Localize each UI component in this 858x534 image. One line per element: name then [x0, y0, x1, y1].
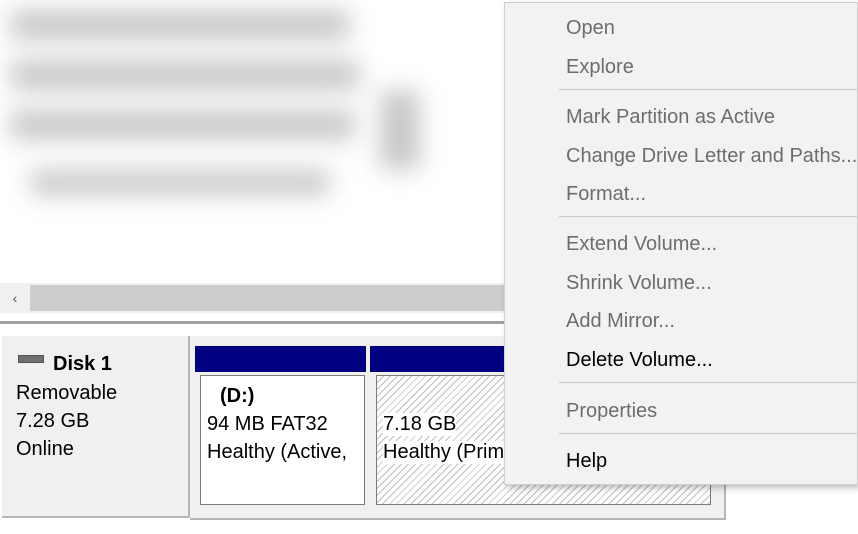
menu-item-extend-volume[interactable]: Extend Volume...	[566, 233, 717, 256]
disk-status: Online	[16, 438, 74, 460]
menu-item-add-mirror[interactable]: Add Mirror...	[566, 310, 675, 333]
menu-item-delete-volume[interactable]: Delete Volume...	[566, 349, 713, 372]
menu-separator	[559, 89, 857, 90]
volume-list-blurred	[0, 0, 505, 283]
menu-item-explore[interactable]: Explore	[566, 56, 634, 79]
scrollbar-thumb[interactable]	[30, 285, 510, 311]
partition-2-status: Healthy (Prim	[383, 441, 505, 464]
menu-item-help[interactable]: Help	[566, 450, 607, 473]
partition-2-size: 7.18 GB	[383, 413, 457, 436]
partition-d-header	[195, 346, 366, 372]
partition-d-label: (D:)	[220, 385, 255, 408]
menu-item-change-drive-letter[interactable]: Change Drive Letter and Paths...	[566, 145, 857, 168]
partition-d-size: 94 MB FAT32	[207, 413, 328, 436]
disk-size: 7.28 GB	[16, 410, 90, 432]
menu-separator	[559, 433, 857, 434]
context-menu: Open Explore Mark Partition as Active Ch…	[504, 2, 858, 485]
menu-item-shrink-volume[interactable]: Shrink Volume...	[566, 272, 712, 295]
partition-2-header	[370, 346, 506, 372]
disk-type: Removable	[16, 382, 118, 404]
partition-d-status: Healthy (Active,	[207, 441, 348, 464]
menu-item-open[interactable]: Open	[566, 17, 615, 40]
menu-item-format[interactable]: Format...	[566, 183, 646, 206]
menu-separator	[559, 216, 857, 217]
scroll-left-icon[interactable]: ‹	[0, 283, 30, 313]
disk-title: Disk 1	[53, 353, 112, 375]
disk-icon	[18, 355, 44, 363]
menu-item-mark-active[interactable]: Mark Partition as Active	[566, 106, 775, 129]
menu-separator	[559, 382, 857, 383]
menu-item-properties[interactable]: Properties	[566, 400, 657, 423]
